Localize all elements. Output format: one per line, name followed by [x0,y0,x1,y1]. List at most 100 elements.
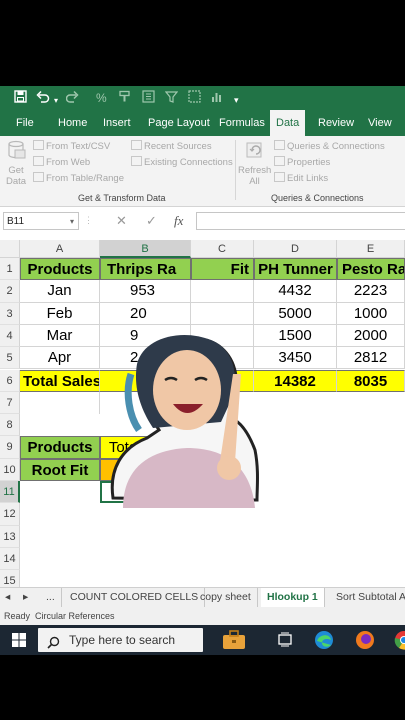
column-header-e[interactable]: E [337,240,405,258]
name-box[interactable]: B11 ▾ [3,212,79,230]
task-view-icon[interactable] [278,630,298,650]
tab-home[interactable]: Home [52,110,93,136]
cell-d4[interactable]: 1500 [254,324,337,348]
sheet-next-icon[interactable]: ▸ [20,588,31,607]
cell-a1[interactable]: Products [20,258,100,281]
undo-icon[interactable] [36,90,50,107]
database-icon [8,140,26,159]
firefox-browser-icon[interactable] [355,630,375,650]
cell-a4[interactable]: Mar [20,324,100,348]
properties-button[interactable]: Properties [274,156,330,168]
customize-quick-access-icon[interactable]: ▾ [234,92,239,108]
cell-b1[interactable]: Thrips Ra [100,258,191,281]
formula-input[interactable] [196,212,405,230]
select-all-corner[interactable] [0,240,20,258]
cell-b2[interactable]: 953 [100,280,191,303]
cell-c1[interactable]: Fit [191,258,254,281]
sheet-tab-copy-sheet[interactable]: copy sheet [194,588,258,607]
sheet-tab-sort-subtotal[interactable]: Sort Subtotal A [330,588,405,607]
get-data-button[interactable]: Get Data [3,140,29,188]
row-header-8[interactable]: 8 [0,414,20,437]
refresh-icon [246,142,261,158]
cancel-icon[interactable]: ✕ [116,213,127,229]
tab-formulas[interactable]: Formulas [213,110,271,136]
row-header-9[interactable]: 9 [0,436,20,459]
cell-d1[interactable]: PH Tunner [254,258,337,281]
from-web-button[interactable]: From Web [33,156,90,168]
enter-icon[interactable]: ✓ [146,213,157,229]
row-header-10[interactable]: 10 [0,458,20,481]
filter-icon[interactable] [164,90,179,107]
cell-d2[interactable]: 4432 [254,280,337,303]
cell-e6[interactable]: 8035 [337,369,405,392]
cell-d5[interactable]: 3450 [254,347,337,370]
queries-connections-button[interactable]: Queries & Connections [274,140,385,152]
cell-d6[interactable]: 14382 [254,369,337,392]
edit-links-button[interactable]: Edit Links [274,172,328,184]
cell-e3[interactable]: 1000 [337,302,405,325]
insert-function-icon[interactable]: fx [174,213,183,229]
briefcase-app-icon[interactable] [222,630,245,650]
column-header-b[interactable]: B [100,240,191,258]
row-header-5[interactable]: 5 [0,347,20,370]
row-header-14[interactable]: 14 [0,547,20,571]
from-text-csv-button[interactable]: From Text/CSV [33,140,110,152]
status-circular-references[interactable]: Circular References [35,607,115,625]
format-painter-icon[interactable] [118,90,131,107]
sort-icon[interactable] [142,90,155,107]
cell-a10[interactable]: Root Fit [20,458,100,481]
tab-page-layout[interactable]: Page Layout [142,110,216,136]
tab-review[interactable]: Review [312,110,360,136]
undo-dropdown-icon[interactable]: ▾ [54,93,58,109]
tab-data[interactable]: Data [270,110,306,136]
row-header-12[interactable]: 12 [0,503,20,526]
tab-view[interactable]: View [362,110,398,136]
row-header-15[interactable]: 15 [0,570,20,589]
windows-start-icon[interactable] [12,633,26,652]
row-header-7[interactable]: 7 [0,391,20,415]
column-header-d[interactable]: D [254,240,337,258]
cell-a2[interactable]: Jan [20,280,100,303]
chart-icon[interactable] [210,90,223,107]
cell-a6[interactable]: Total Sales [20,369,100,392]
sheet-more-button[interactable]: ... [40,588,62,607]
refresh-all-button[interactable]: Refresh All [238,140,271,188]
row-header-2[interactable]: 2 [0,280,20,303]
sheet-tab-count-colored-cells[interactable]: COUNT COLORED CELLS [64,588,206,607]
row-header-4[interactable]: 4 [0,324,20,348]
cell-e2[interactable]: 2223 [337,280,405,303]
row-header-3[interactable]: 3 [0,302,20,325]
recent-sources-button[interactable]: Recent Sources [131,140,212,152]
row-header-11[interactable]: 11 [0,481,20,504]
row-header-13[interactable]: 13 [0,525,20,548]
from-table-range-button[interactable]: From Table/Range [33,172,124,184]
cell-d3[interactable]: 5000 [254,302,337,325]
cell-c2[interactable] [191,280,254,303]
cell-a7[interactable] [20,391,100,415]
taskbar-search-box[interactable]: Type here to search [38,628,203,652]
save-icon[interactable] [14,90,27,107]
column-header-a[interactable]: A [20,240,100,258]
tab-insert[interactable]: Insert [97,110,137,136]
cell-e4[interactable]: 2000 [337,324,405,348]
borders-icon[interactable] [188,90,201,107]
spreadsheet-grid[interactable]: A B C D E 1 2 3 4 5 6 7 8 9 10 11 12 13 … [0,240,405,589]
chrome-browser-icon[interactable] [394,630,405,650]
cell-c3[interactable] [191,302,254,325]
redo-icon[interactable] [65,90,79,107]
cell-a3[interactable]: Feb [20,302,100,325]
sheet-prev-icon[interactable]: ◂ [2,588,13,607]
percent-style-icon[interactable]: % [96,90,107,106]
cell-a5[interactable]: Apr [20,347,100,370]
existing-connections-button[interactable]: Existing Connections [131,156,233,168]
cell-a9[interactable]: Products [20,436,100,459]
sheet-tab-hlookup-1[interactable]: Hlookup 1 [261,588,325,609]
cell-e5[interactable]: 2812 [337,347,405,370]
tab-file[interactable]: File [10,110,40,136]
column-header-c[interactable]: C [191,240,254,258]
row-header-6[interactable]: 6 [0,369,20,392]
row-header-1[interactable]: 1 [0,258,20,281]
edge-browser-icon[interactable] [314,630,334,650]
cell-e1[interactable]: Pesto Ra [337,258,405,281]
cell-b3[interactable]: 20 [100,302,191,325]
